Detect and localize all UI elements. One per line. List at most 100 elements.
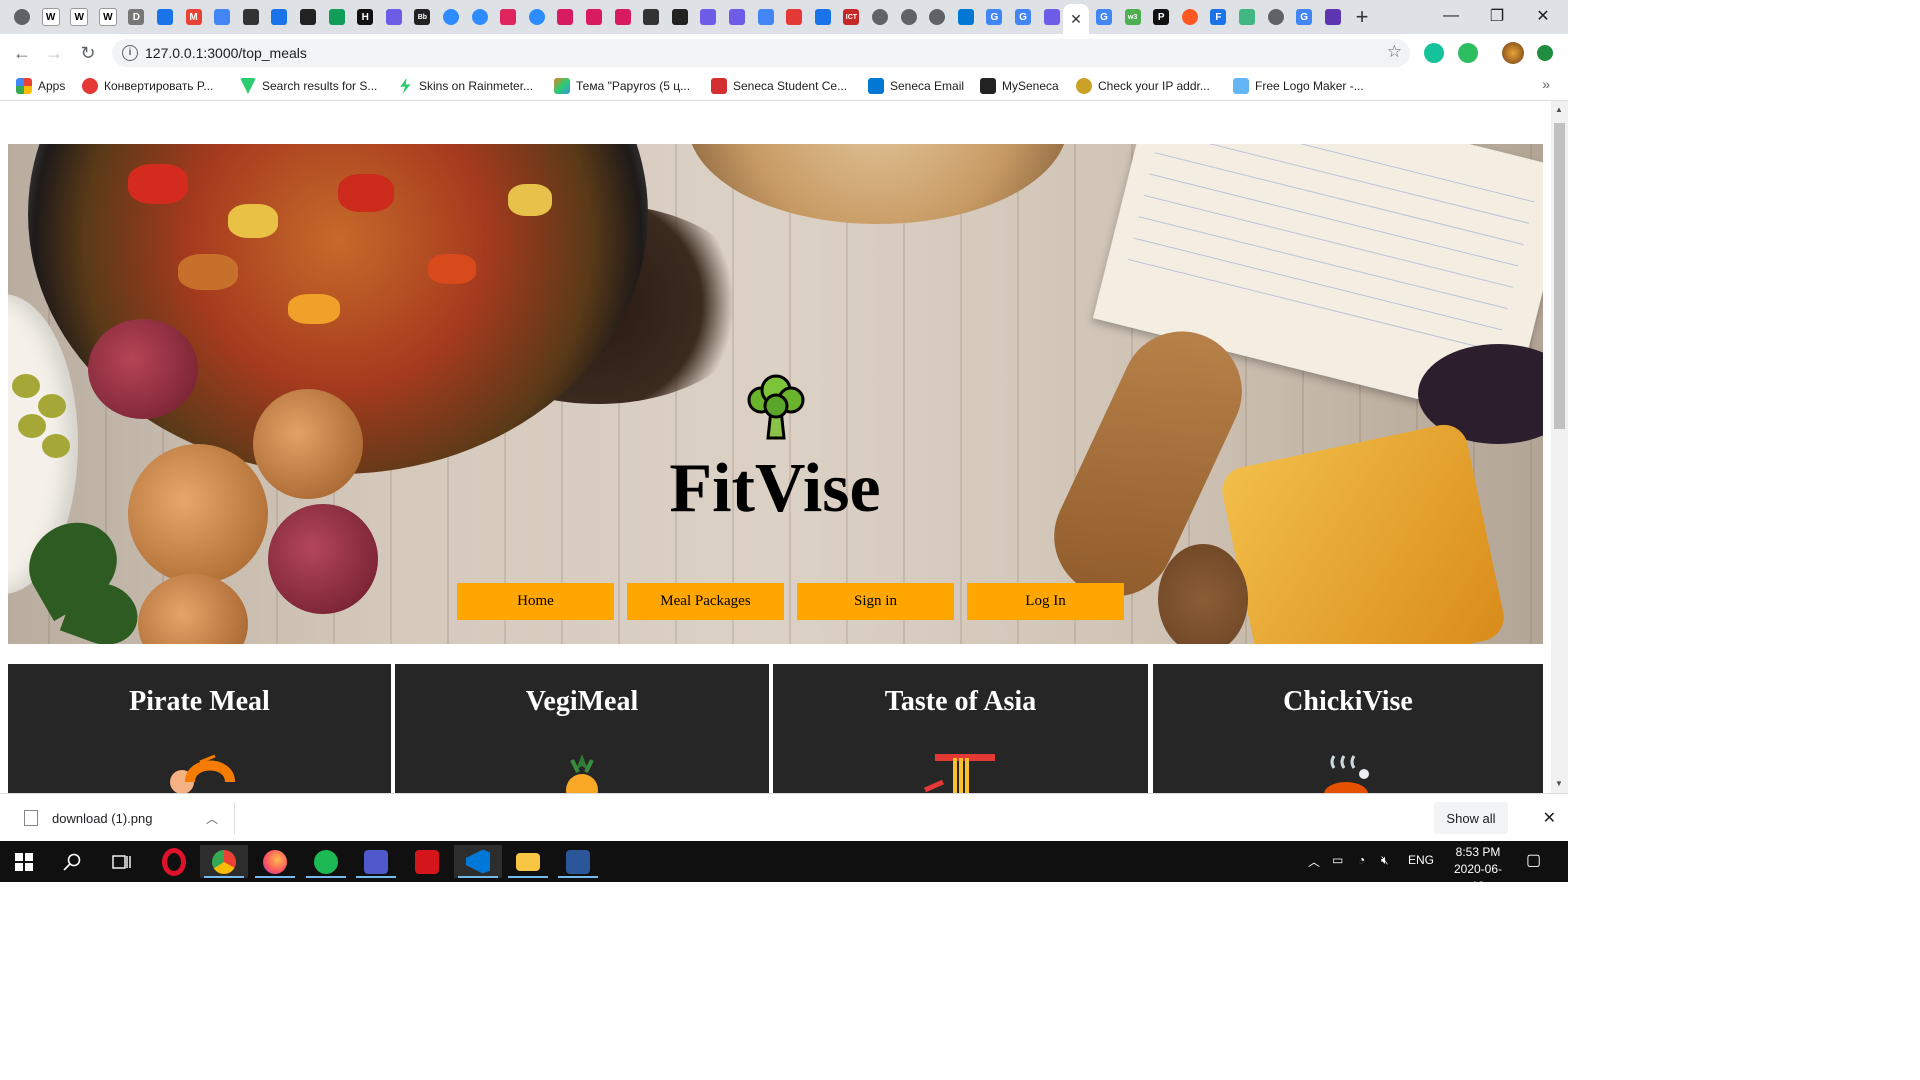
meal-card-chicki[interactable]: ChickiVise — [1153, 664, 1543, 793]
browser-tab[interactable] — [611, 4, 635, 30]
bookmark-item[interactable]: Seneca Email — [868, 77, 964, 95]
more-bookmarks-icon[interactable]: » — [1542, 76, 1550, 92]
info-icon[interactable]: i — [122, 45, 138, 61]
browser-tab[interactable]: H — [353, 4, 377, 30]
vscode-app[interactable] — [454, 845, 502, 878]
browser-tab[interactable] — [668, 4, 692, 30]
browser-tab[interactable] — [1040, 4, 1064, 30]
bookmark-item[interactable]: Skins on Rainmeter... — [397, 77, 533, 95]
meal-packages-button[interactable]: Meal Packages — [627, 583, 784, 620]
acrobat-app[interactable] — [403, 845, 451, 878]
browser-tab[interactable] — [439, 4, 463, 30]
chevron-up-icon[interactable]: ︿ — [206, 810, 218, 827]
browser-tab[interactable] — [1321, 4, 1345, 30]
bookmark-star-icon[interactable]: ☆ — [1387, 42, 1402, 62]
grammarly-extension-icon[interactable] — [1424, 43, 1444, 63]
reload-button[interactable]: ↻ — [76, 41, 100, 65]
browser-tab[interactable] — [1235, 4, 1259, 30]
bookmark-item[interactable]: Check your IP addr... — [1076, 77, 1210, 95]
browser-tab[interactable] — [382, 4, 406, 30]
close-window-button[interactable]: ✕ — [1520, 4, 1566, 28]
browser-tab[interactable] — [811, 4, 835, 30]
browser-tab[interactable] — [553, 4, 577, 30]
wifi-icon[interactable]: ◔ — [1358, 853, 1365, 867]
browser-tab[interactable] — [296, 4, 320, 30]
download-item[interactable]: download (1).png ︿ — [12, 802, 235, 834]
bookmark-item[interactable]: Seneca Student Ce... — [711, 77, 847, 95]
browser-tab[interactable]: ICT — [839, 4, 863, 30]
page-scrollbar[interactable]: ▲ ▼ — [1551, 101, 1568, 793]
show-all-button[interactable]: Show all — [1434, 802, 1508, 834]
browser-tab[interactable] — [325, 4, 349, 30]
spotify-app[interactable] — [302, 845, 350, 878]
browser-tab[interactable] — [782, 4, 806, 30]
maximize-button[interactable]: ❐ — [1474, 4, 1520, 28]
browser-tab[interactable]: W — [96, 4, 120, 30]
browser-tab[interactable] — [954, 4, 978, 30]
volume-muted-icon[interactable]: 🔇︎ — [1381, 853, 1389, 868]
clock[interactable]: 8:53 PM 2020-06-19 — [1448, 844, 1508, 895]
minimize-button[interactable]: — — [1428, 4, 1474, 28]
notifications-icon[interactable]: ▢ — [1526, 850, 1541, 870]
browser-tab[interactable]: w3 — [1121, 4, 1145, 30]
tab-active[interactable]: ✕ — [1063, 4, 1089, 34]
browser-tab[interactable] — [1178, 4, 1202, 30]
browser-tab[interactable] — [639, 4, 663, 30]
browser-tab[interactable]: P — [1149, 4, 1173, 30]
browser-tab[interactable]: M — [182, 4, 206, 30]
scroll-up-icon[interactable]: ▲ — [1555, 105, 1563, 114]
browser-tab[interactable]: G — [1292, 4, 1316, 30]
battery-icon[interactable]: ▭ — [1332, 853, 1343, 867]
meal-card-pirate[interactable]: Pirate Meal — [8, 664, 391, 793]
browser-tab[interactable] — [468, 4, 492, 30]
browser-tab[interactable] — [210, 4, 234, 30]
language-indicator[interactable]: ENG — [1408, 853, 1434, 867]
chevron-up-icon[interactable]: ︿ — [1308, 853, 1320, 870]
browser-tab[interactable] — [696, 4, 720, 30]
browser-tab[interactable]: F — [1206, 4, 1230, 30]
browser-tab[interactable] — [754, 4, 778, 30]
bookmark-item[interactable]: MySeneca — [980, 77, 1059, 95]
browser-tab[interactable]: W — [39, 4, 63, 30]
bookmark-item[interactable]: Free Logo Maker -... — [1233, 77, 1364, 95]
browser-tab[interactable]: D — [124, 4, 148, 30]
meal-card-asia[interactable]: Taste of Asia — [773, 664, 1148, 793]
browser-tab[interactable] — [582, 4, 606, 30]
new-tab-button[interactable]: + — [1350, 4, 1374, 29]
chrome-app[interactable] — [200, 845, 248, 878]
browser-tab[interactable] — [868, 4, 892, 30]
browser-tab[interactable] — [725, 4, 749, 30]
address-bar[interactable]: i 127.0.0.1:3000/top_meals ☆ — [112, 39, 1410, 67]
browser-tab[interactable] — [267, 4, 291, 30]
task-view-button[interactable] — [98, 845, 146, 878]
scrollbar-thumb[interactable] — [1554, 123, 1565, 429]
browser-tab[interactable] — [153, 4, 177, 30]
sign-in-button[interactable]: Sign in — [797, 583, 954, 620]
evernote-extension-icon[interactable] — [1458, 43, 1478, 63]
browser-tab[interactable] — [925, 4, 949, 30]
update-icon[interactable] — [1537, 45, 1553, 61]
bookmark-item[interactable]: Search results for S... — [240, 77, 377, 95]
browser-tab[interactable] — [897, 4, 921, 30]
browser-tab[interactable]: Bb — [410, 4, 434, 30]
log-in-button[interactable]: Log In — [967, 583, 1124, 620]
search-button[interactable] — [48, 845, 96, 878]
firefox-app[interactable] — [251, 845, 299, 878]
file-explorer-app[interactable] — [504, 845, 552, 878]
bookmark-item[interactable]: Тема "Papyros (5 ц... — [554, 77, 690, 95]
meal-card-vegi[interactable]: VegiMeal — [395, 664, 769, 793]
browser-tab[interactable]: G — [1092, 4, 1116, 30]
close-tab-icon[interactable]: ✕ — [1070, 11, 1082, 28]
home-button[interactable]: Home — [457, 583, 614, 620]
opera-app[interactable] — [150, 845, 198, 878]
start-button[interactable] — [0, 845, 48, 878]
profile-avatar[interactable] — [1502, 42, 1524, 64]
browser-tab[interactable] — [1264, 4, 1288, 30]
browser-tab[interactable] — [525, 4, 549, 30]
close-icon[interactable]: ✕ — [1543, 808, 1556, 828]
browser-tab[interactable] — [10, 4, 34, 30]
url-text[interactable]: 127.0.0.1:3000/top_meals — [145, 45, 307, 61]
scroll-down-icon[interactable]: ▼ — [1555, 779, 1563, 788]
word-app[interactable] — [554, 845, 602, 878]
browser-tab[interactable]: G — [1011, 4, 1035, 30]
